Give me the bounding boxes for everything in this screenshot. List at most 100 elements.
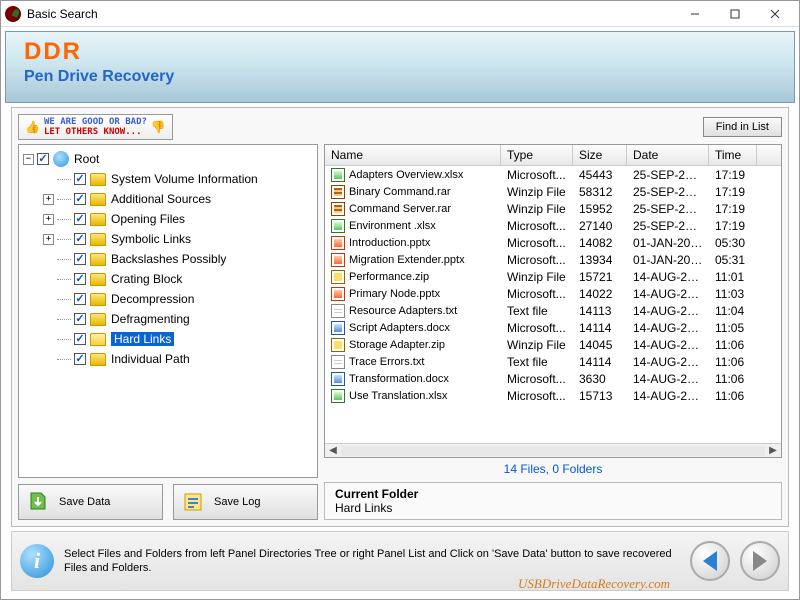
tree-item[interactable]: +Opening Files xyxy=(21,209,315,229)
file-name: Transformation.docx xyxy=(349,373,449,385)
file-list[interactable]: Name Type Size Date Time Adapters Overvi… xyxy=(324,144,782,458)
scroll-right-icon[interactable]: ▶ xyxy=(765,445,781,456)
file-icon xyxy=(331,304,345,318)
tree-item-label: Crating Block xyxy=(111,272,182,286)
maximize-button[interactable] xyxy=(715,2,755,26)
list-item[interactable]: Resource Adapters.txtText file1411314-AU… xyxy=(325,302,781,319)
tree-item[interactable]: +Crating Block xyxy=(21,269,315,289)
file-name: Performance.zip xyxy=(349,271,429,283)
checkbox[interactable] xyxy=(74,293,86,305)
file-type: Winzip File xyxy=(501,270,573,284)
toolbar: 👍 WE ARE GOOD OR BAD? LET OTHERS KNOW...… xyxy=(18,114,782,140)
folder-icon xyxy=(90,353,106,366)
file-time: 05:30 xyxy=(709,236,757,250)
file-size: 14114 xyxy=(573,355,627,369)
col-size[interactable]: Size xyxy=(573,145,627,165)
find-in-list-button[interactable]: Find in List xyxy=(703,117,782,137)
tree-item[interactable]: +Backslashes Possibly xyxy=(21,249,315,269)
file-time: 11:05 xyxy=(709,321,757,335)
tree-item[interactable]: + Additional Sources xyxy=(21,189,315,209)
directory-tree[interactable]: − Root +System Volume Information + Additi… xyxy=(18,144,318,478)
folder-icon xyxy=(90,233,106,246)
col-name[interactable]: Name xyxy=(325,145,501,165)
list-item[interactable]: Storage Adapter.zipWinzip File1404514-AU… xyxy=(325,336,781,353)
minimize-button[interactable] xyxy=(675,2,715,26)
col-date[interactable]: Date xyxy=(627,145,709,165)
file-time: 11:06 xyxy=(709,389,757,403)
list-item[interactable]: Performance.zipWinzip File1572114-AUG-20… xyxy=(325,268,781,285)
expander-icon[interactable]: + xyxy=(43,214,54,225)
list-item[interactable]: Adapters Overview.xlsxMicrosoft...454432… xyxy=(325,166,781,183)
save-log-button[interactable]: Save Log xyxy=(173,484,318,520)
checkbox[interactable] xyxy=(74,333,86,345)
checkbox[interactable] xyxy=(74,213,86,225)
brand-subtitle: Pen Drive Recovery xyxy=(24,68,776,86)
tree-item[interactable]: +Symbolic Links xyxy=(21,229,315,249)
folder-icon xyxy=(90,273,106,286)
checkbox[interactable] xyxy=(74,173,86,185)
nav-forward-button[interactable] xyxy=(740,541,780,581)
current-folder-box: Current Folder Hard Links xyxy=(324,482,782,520)
scroll-left-icon[interactable]: ◀ xyxy=(325,445,341,456)
file-time: 11:01 xyxy=(709,270,757,284)
file-time: 11:03 xyxy=(709,287,757,301)
file-date: 14-AUG-2023 xyxy=(627,270,709,284)
expander-icon[interactable]: + xyxy=(43,194,54,205)
list-item[interactable]: Environment .xlsxMicrosoft...2714025-SEP… xyxy=(325,217,781,234)
file-type: Text file xyxy=(501,355,573,369)
file-icon xyxy=(331,168,345,182)
file-name: Script Adapters.docx xyxy=(349,322,450,334)
file-type: Microsoft... xyxy=(501,321,573,335)
expander-icon[interactable]: − xyxy=(23,154,34,165)
list-item[interactable]: Use Translation.xlsxMicrosoft...1571314-… xyxy=(325,387,781,404)
checkbox[interactable] xyxy=(74,273,86,285)
list-item[interactable]: Transformation.docxMicrosoft...363014-AU… xyxy=(325,370,781,387)
footer-message: Select Files and Folders from left Panel… xyxy=(64,547,680,576)
tree-item[interactable]: +Individual Path xyxy=(21,349,315,369)
file-date: 14-AUG-2023 xyxy=(627,287,709,301)
list-item[interactable]: Introduction.pptxMicrosoft...1408201-JAN… xyxy=(325,234,781,251)
list-item[interactable]: Migration Extender.pptxMicrosoft...13934… xyxy=(325,251,781,268)
tree-item[interactable]: +Defragmenting xyxy=(21,309,315,329)
checkbox[interactable] xyxy=(74,233,86,245)
checkbox[interactable] xyxy=(37,153,49,165)
checkbox[interactable] xyxy=(74,193,86,205)
file-type: Text file xyxy=(501,304,573,318)
file-name: Environment .xlsx xyxy=(349,220,436,232)
horizontal-scrollbar[interactable]: ◀ ▶ xyxy=(325,443,781,457)
tree-item-label: Additional Sources xyxy=(111,192,211,206)
checkbox[interactable] xyxy=(74,353,86,365)
app-icon xyxy=(5,6,21,22)
tree-item[interactable]: +System Volume Information xyxy=(21,169,315,189)
save-log-label: Save Log xyxy=(214,496,260,508)
save-data-button[interactable]: Save Data xyxy=(18,484,163,520)
file-date: 25-SEP-2023 xyxy=(627,219,709,233)
feedback-button[interactable]: 👍 WE ARE GOOD OR BAD? LET OTHERS KNOW...… xyxy=(18,114,173,140)
file-time: 05:31 xyxy=(709,253,757,267)
expander-icon[interactable]: + xyxy=(43,234,54,245)
checkbox[interactable] xyxy=(74,313,86,325)
file-name: Use Translation.xlsx xyxy=(349,390,447,402)
current-folder-value: Hard Links xyxy=(335,501,771,515)
list-item[interactable]: Script Adapters.docxMicrosoft...1411414-… xyxy=(325,319,781,336)
list-item[interactable]: Binary Command.rarWinzip File5831225-SEP… xyxy=(325,183,781,200)
checkbox[interactable] xyxy=(74,253,86,265)
close-button[interactable] xyxy=(755,2,795,26)
file-icon xyxy=(331,185,345,199)
file-name: Introduction.pptx xyxy=(349,237,430,249)
feedback-line1: WE ARE GOOD OR BAD? xyxy=(44,117,147,127)
tree-item[interactable]: +Decompression xyxy=(21,289,315,309)
tree-root-label[interactable]: Root xyxy=(74,152,99,166)
list-item[interactable]: Command Server.rarWinzip File1595225-SEP… xyxy=(325,200,781,217)
save-data-icon xyxy=(27,491,49,513)
list-item[interactable]: Primary Node.pptxMicrosoft...1402214-AUG… xyxy=(325,285,781,302)
nav-back-button[interactable] xyxy=(690,541,730,581)
col-time[interactable]: Time xyxy=(709,145,757,165)
file-size: 14082 xyxy=(573,236,627,250)
col-type[interactable]: Type xyxy=(501,145,573,165)
tree-item[interactable]: +Hard Links xyxy=(21,329,315,349)
file-time: 11:06 xyxy=(709,355,757,369)
file-time: 17:19 xyxy=(709,185,757,199)
list-item[interactable]: Trace Errors.txtText file1411414-AUG-202… xyxy=(325,353,781,370)
file-time: 11:06 xyxy=(709,338,757,352)
